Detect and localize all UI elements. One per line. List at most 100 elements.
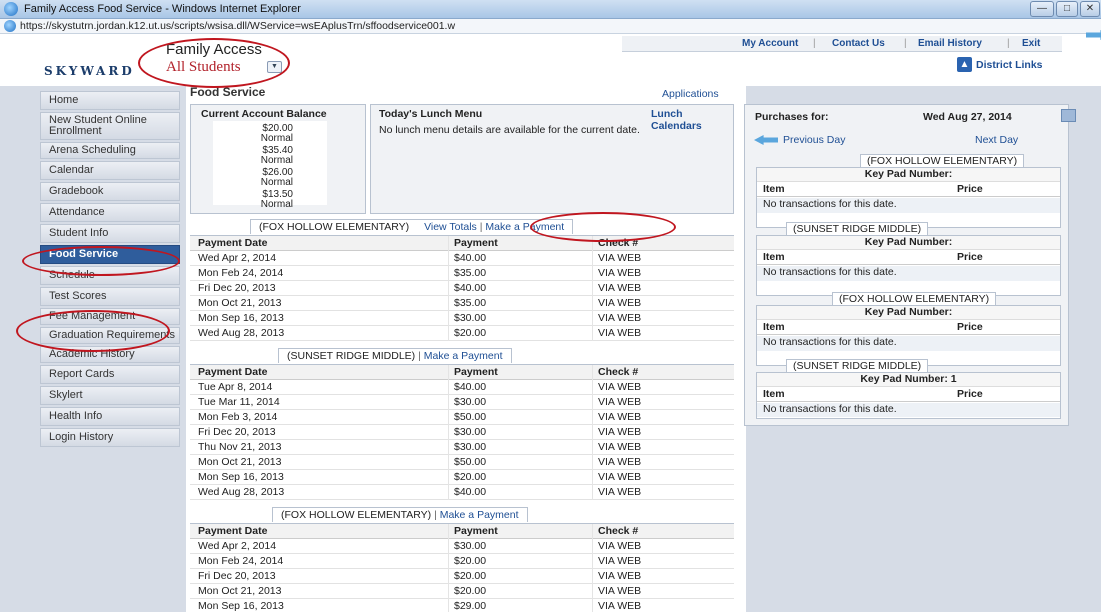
- sidebar-item-test-scores[interactable]: Test Scores: [40, 287, 180, 306]
- check-number: VIA WEB: [598, 396, 642, 408]
- payment-date: Mon Oct 21, 2013: [198, 585, 282, 597]
- column-divider: [592, 584, 593, 599]
- sidebar-item-health-info[interactable]: Health Info: [40, 407, 180, 426]
- building-icon[interactable]: ▲: [957, 57, 972, 72]
- my-account-link[interactable]: My Account: [742, 38, 798, 49]
- purchase-header: Item Price: [757, 251, 1060, 265]
- minimize-button[interactable]: —: [1030, 1, 1054, 17]
- contact-us-link[interactable]: Contact Us: [832, 38, 885, 49]
- column-divider: [448, 326, 449, 341]
- payment-date: Tue Apr 8, 2014: [198, 381, 273, 393]
- balance-status: Normal: [260, 199, 293, 210]
- table-header: Payment Date Payment Check #: [190, 524, 734, 539]
- sidebar-item-report-cards[interactable]: Report Cards: [40, 365, 180, 384]
- payment-amount: $30.00: [454, 441, 487, 453]
- table-row: Mon Oct 21, 2013 $20.00 VIA WEB: [190, 584, 734, 599]
- address-url[interactable]: https://skystutrn.jordan.k12.ut.us/scrip…: [20, 20, 455, 32]
- check-number: VIA WEB: [598, 411, 642, 423]
- applications-link[interactable]: Applications: [662, 88, 719, 100]
- sidebar-item-new-student-enrollment[interactable]: New Student Online Enrollment: [40, 112, 180, 140]
- empty-message: No transactions for this date.: [757, 198, 1060, 213]
- balance-status: Normal: [260, 155, 293, 166]
- item-column-header: Item: [763, 321, 785, 333]
- purchase-header: Item Price: [757, 183, 1060, 197]
- lunch-message: No lunch menu details are available for …: [379, 124, 640, 136]
- column-divider: [592, 539, 593, 554]
- column-divider: [592, 455, 593, 470]
- payment-date: Mon Sep 16, 2013: [198, 312, 284, 324]
- annotation-oval: [22, 246, 180, 276]
- payment-date: Mon Oct 21, 2013: [198, 297, 282, 309]
- maximize-button[interactable]: □: [1056, 1, 1078, 17]
- address-bar[interactable]: https://skystutrn.jordan.k12.ut.us/scrip…: [0, 19, 1101, 34]
- balance-heading: Current Account Balance: [201, 108, 327, 120]
- calendar-icon[interactable]: [1061, 109, 1076, 122]
- payment-amount: $40.00: [454, 486, 487, 498]
- item-column-header: Item: [763, 251, 785, 263]
- table-row: Tue Apr 8, 2014 $40.00 VIA WEB: [190, 380, 734, 395]
- district-links[interactable]: District Links: [976, 59, 1043, 71]
- table-row: Mon Feb 3, 2014 $50.00 VIA WEB: [190, 410, 734, 425]
- column-divider: [448, 554, 449, 569]
- next-day-link[interactable]: Next Day: [975, 134, 1018, 146]
- table-row: Tue Mar 11, 2014 $30.00 VIA WEB: [190, 395, 734, 410]
- keypad-row: Key Pad Number:: [757, 306, 1060, 320]
- sidebar-item-login-history[interactable]: Login History: [40, 428, 180, 447]
- lunch-calendars-link[interactable]: Lunch Calendars: [651, 108, 733, 132]
- column-divider: [448, 470, 449, 485]
- student-school-label: (FOX HOLLOW ELEMENTARY): [281, 509, 432, 521]
- column-divider: [592, 599, 593, 612]
- purchase-header: Item Price: [757, 388, 1060, 402]
- item-column-header: Item: [763, 388, 785, 400]
- sidebar-item-gradebook[interactable]: Gradebook: [40, 182, 180, 201]
- column-divider: [592, 365, 593, 380]
- column-header: Check #: [598, 525, 639, 537]
- keypad-label: Key Pad Number:: [864, 236, 953, 248]
- column-header: Payment Date: [198, 525, 268, 537]
- payment-amount: $35.00: [454, 297, 487, 309]
- previous-day-link[interactable]: Previous Day: [783, 134, 845, 146]
- empty-message: No transactions for this date.: [757, 403, 1060, 417]
- payment-amount: $35.00: [454, 267, 487, 279]
- close-button[interactable]: ✕: [1080, 1, 1100, 17]
- make-payment-link[interactable]: Make a Payment: [440, 509, 519, 521]
- email-history-link[interactable]: Email History: [918, 38, 982, 49]
- sidebar-item-calendar[interactable]: Calendar: [40, 161, 180, 180]
- payment-amount: $40.00: [454, 282, 487, 294]
- payment-date: Mon Feb 24, 2014: [198, 267, 284, 279]
- nav-separator: |: [904, 38, 907, 49]
- sidebar-item-arena-scheduling[interactable]: Arena Scheduling: [40, 142, 180, 159]
- payment-table: Payment Date Payment Check # Wed Apr 2, …: [190, 235, 734, 341]
- payment-date: Mon Sep 16, 2013: [198, 600, 284, 612]
- payment-amount: $20.00: [454, 471, 487, 483]
- sidebar-item-skylert[interactable]: Skylert: [40, 386, 180, 405]
- sidebar-item-attendance[interactable]: Attendance: [40, 203, 180, 222]
- sidebar-item-student-info[interactable]: Student Info: [40, 224, 180, 243]
- column-divider: [592, 281, 593, 296]
- column-divider: [448, 440, 449, 455]
- check-number: VIA WEB: [598, 282, 642, 294]
- sidebar-item-home[interactable]: Home: [40, 91, 180, 110]
- payment-date: Fri Dec 20, 2013: [198, 282, 276, 294]
- view-totals-link[interactable]: View Totals: [424, 221, 477, 233]
- internet-explorer-icon: [4, 2, 18, 16]
- payment-date: Wed Aug 28, 2013: [198, 486, 285, 498]
- column-divider: [592, 485, 593, 500]
- balance-status: Normal: [260, 177, 293, 188]
- table-row: Wed Aug 28, 2013 $40.00 VIA WEB: [190, 485, 734, 500]
- column-divider: [448, 365, 449, 380]
- make-payment-link[interactable]: Make a Payment: [424, 350, 503, 362]
- item-column-header: Item: [763, 183, 785, 195]
- column-divider: [592, 395, 593, 410]
- check-number: VIA WEB: [598, 267, 642, 279]
- nav-separator: |: [1007, 38, 1010, 49]
- table-row: Mon Oct 21, 2013 $35.00 VIA WEB: [190, 296, 734, 311]
- column-header: Payment: [454, 237, 498, 249]
- balance-status: Normal: [260, 133, 293, 144]
- check-number: VIA WEB: [598, 570, 642, 582]
- arrow-left-icon[interactable]: [754, 135, 778, 145]
- student-school-label: (SUNSET RIDGE MIDDLE): [786, 222, 929, 235]
- annotation-oval: [16, 310, 170, 352]
- payment-date: Fri Dec 20, 2013: [198, 570, 276, 582]
- exit-link[interactable]: Exit: [1022, 38, 1040, 49]
